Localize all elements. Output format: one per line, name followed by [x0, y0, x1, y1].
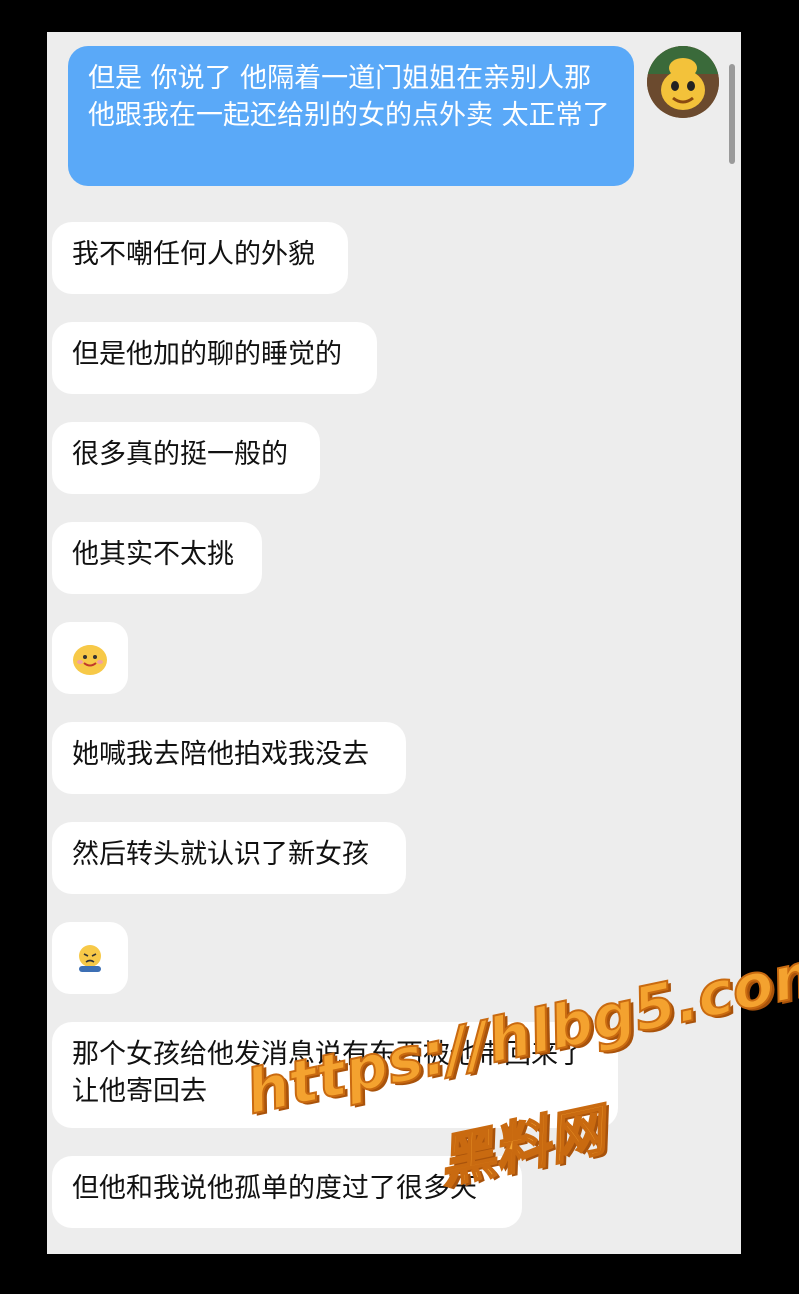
message-text: 很多真的挺一般的: [72, 439, 288, 470]
message-text: 她喊我去陪他拍戏我没去: [72, 739, 369, 770]
message-text: 但是 你说了 他隔着一道门姐姐在亲别人那他跟我在一起还给别的女的点外卖 太正常了: [88, 63, 610, 131]
message-bubble-incoming[interactable]: 但是他加的聊的睡觉的: [52, 322, 377, 394]
message-text: 那个女孩给他发消息说有东西被他带回来了 让他寄回去: [72, 1039, 585, 1107]
message-text: 然后转头就认识了新女孩: [72, 839, 369, 870]
message-bubble-incoming[interactable]: 她喊我去陪他拍戏我没去: [52, 722, 406, 794]
message-bubble-emoji[interactable]: [52, 922, 128, 994]
scrollbar[interactable]: [729, 64, 735, 164]
message-text: 我不嘲任何人的外貌: [72, 239, 315, 270]
avatar[interactable]: [647, 46, 719, 118]
chat-screen: 但是 你说了 他隔着一道门姐姐在亲别人那他跟我在一起还给别的女的点外卖 太正常了…: [47, 32, 741, 1254]
message-text: 但是他加的聊的睡觉的: [72, 339, 342, 370]
message-text: 他其实不太挑: [72, 539, 234, 570]
message-text: 但他和我说他孤单的度过了很多天: [72, 1173, 477, 1204]
message-bubble-outgoing[interactable]: 但是 你说了 他隔着一道门姐姐在亲别人那他跟我在一起还给别的女的点外卖 太正常了: [68, 46, 634, 186]
message-bubble-incoming[interactable]: 然后转头就认识了新女孩: [52, 822, 406, 894]
smiling-face-emoji-icon: [73, 645, 107, 675]
message-bubble-incoming[interactable]: 我不嘲任何人的外貌: [52, 222, 348, 294]
avatar-cartoon-icon: [647, 46, 719, 118]
crying-face-emoji-icon: [79, 945, 101, 972]
message-bubble-incoming[interactable]: 很多真的挺一般的: [52, 422, 320, 494]
message-bubble-incoming[interactable]: 那个女孩给他发消息说有东西被他带回来了 让他寄回去: [52, 1022, 618, 1128]
message-bubble-incoming[interactable]: 他其实不太挑: [52, 522, 262, 594]
message-bubble-emoji[interactable]: [52, 622, 128, 694]
message-bubble-incoming[interactable]: 但他和我说他孤单的度过了很多天: [52, 1156, 522, 1228]
